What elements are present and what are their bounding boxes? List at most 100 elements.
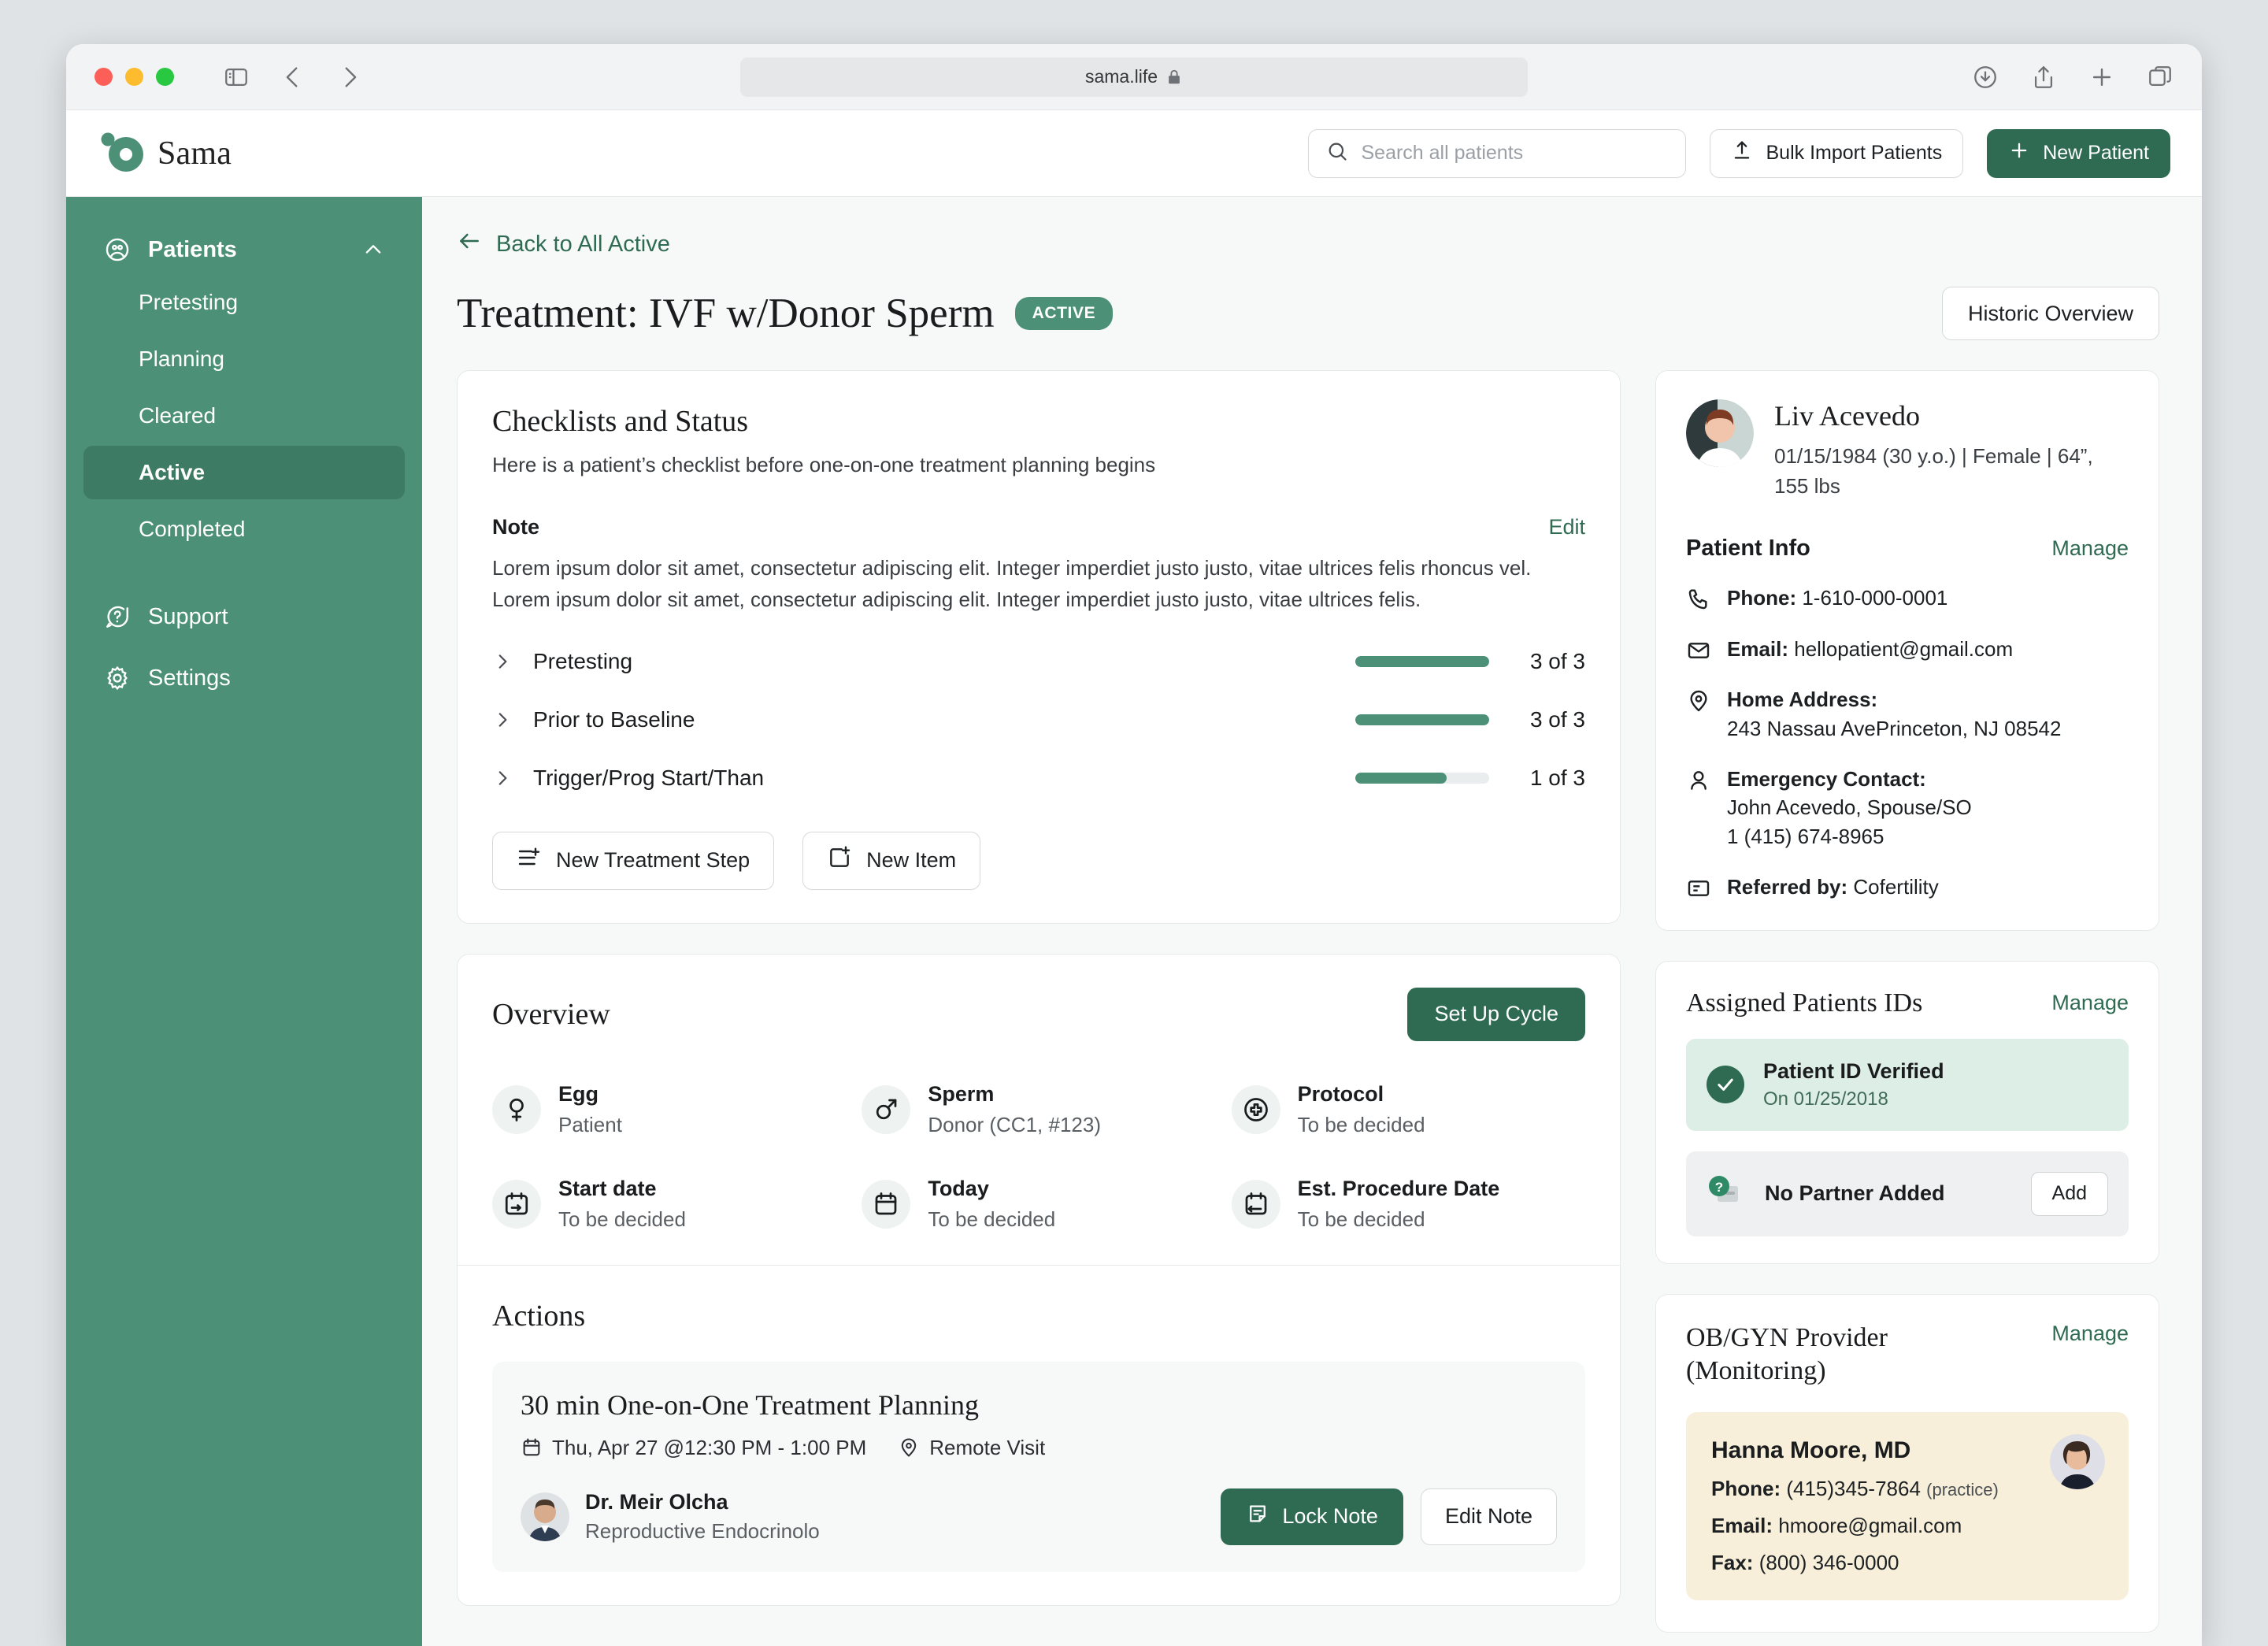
forward-icon[interactable] <box>336 64 363 91</box>
chevron-right-icon[interactable] <box>492 768 513 788</box>
checklist-row-pretesting[interactable]: Pretesting 3 of 3 <box>492 649 1585 674</box>
note-icon <box>1246 1502 1269 1531</box>
lock-icon <box>1166 69 1183 86</box>
emergency-phone: 1 (415) 674-8965 <box>1727 824 1884 848</box>
checklists-subheading: Here is a patient’s checklist before one… <box>492 453 1156 476</box>
status-badge: ACTIVE <box>1014 297 1114 330</box>
chevron-right-icon[interactable] <box>492 710 513 730</box>
obgyn-phone-row: Phone: (415)345-7864 (practice) <box>1711 1477 2103 1501</box>
check-icon <box>1707 1066 1744 1103</box>
note-label: Note <box>492 515 539 539</box>
back-to-all-active-link[interactable]: Back to All Active <box>457 228 2159 260</box>
main-content: Back to All Active Treatment: IVF w/Dono… <box>422 197 2202 1646</box>
sidebar-group-patients[interactable]: Patients <box>83 224 405 276</box>
referred-label: Referred by: <box>1727 875 1848 899</box>
sidebar-item-settings[interactable]: Settings <box>83 651 405 706</box>
sidebar-group-label: Patients <box>148 236 237 262</box>
sidebar-item-support[interactable]: Support <box>83 589 405 644</box>
patient-address-row: Home Address: 243 Nassau AvePrinceton, N… <box>1686 685 2129 743</box>
checklist-row-trigger-prog-start[interactable]: Trigger/Prog Start/Than 1 of 3 <box>492 766 1585 791</box>
lock-note-label: Lock Note <box>1282 1504 1378 1529</box>
checklist-label: Trigger/Prog Start/Than <box>533 765 765 790</box>
overview-value: To be decided <box>928 1207 1056 1231</box>
overview-label: Start date <box>558 1176 657 1200</box>
overview-item-protocol: Protocol To be decided <box>1231 1082 1585 1137</box>
checklist-count: 3 of 3 <box>1529 648 1585 673</box>
historic-overview-button[interactable]: Historic Overview <box>1941 287 2159 340</box>
phone-value: 1-610-000-0001 <box>1802 586 1948 610</box>
download-icon[interactable] <box>1972 64 1999 91</box>
bulk-import-patients-button[interactable]: Bulk Import Patients <box>1710 128 1964 178</box>
plus-icon <box>2008 139 2030 167</box>
maximize-window-button[interactable] <box>156 68 174 86</box>
patient-meta: 01/15/1984 (30 y.o.) | Female | 64”, 155… <box>1774 444 2093 498</box>
url-text: sama.life <box>1084 66 1158 87</box>
help-icon <box>104 603 131 630</box>
calendar-icon <box>862 1179 911 1229</box>
patient-referred-row: Referred by: Cofertility <box>1686 873 2129 901</box>
patient-emergency-row: Emergency Contact: John Acevedo, Spouse/… <box>1686 765 2129 851</box>
sama-logo-icon <box>101 132 143 175</box>
brand-logo[interactable]: Sama <box>101 132 232 175</box>
person-icon <box>1686 768 1711 793</box>
patient-info-title: Patient Info <box>1686 536 1810 562</box>
chevron-up-icon[interactable] <box>362 239 384 261</box>
obgyn-fax-row: Fax: (800) 346-0000 <box>1711 1551 2103 1575</box>
search-input[interactable] <box>1361 142 1669 165</box>
tab-overview-icon[interactable] <box>2147 64 2174 91</box>
edit-note-button[interactable]: Edit Note <box>1420 1488 1557 1545</box>
location-pin-icon <box>1686 688 1711 714</box>
url-bar[interactable]: sama.life <box>740 57 1528 97</box>
sidebar-item-pretesting[interactable]: Pretesting <box>83 276 405 329</box>
minimize-window-button[interactable] <box>125 68 143 86</box>
users-icon <box>104 236 131 263</box>
browser-window: sama.life Sama Search all patients Bulk … <box>66 44 2202 1646</box>
obgyn-provider-card: OB/GYN Provider (Monitoring) Manage Hann… <box>1655 1293 2159 1633</box>
obgyn-manage-link[interactable]: Manage <box>2051 1322 2129 1346</box>
sidebar-item-planning[interactable]: Planning <box>83 332 405 386</box>
female-icon <box>492 1084 541 1134</box>
checklist-progress-bar <box>1355 714 1489 725</box>
new-treatment-step-button[interactable]: New Treatment Step <box>492 831 775 890</box>
window-controls[interactable] <box>94 68 174 86</box>
new-item-button[interactable]: New Item <box>802 831 981 890</box>
patient-name: Liv Acevedo <box>1774 400 1920 432</box>
sidebar-item-active[interactable]: Active <box>83 446 405 499</box>
referred-value: Cofertility <box>1853 875 1939 899</box>
patient-info-card: Liv Acevedo 01/15/1984 (30 y.o.) | Femal… <box>1655 370 2159 931</box>
calendar-icon <box>521 1437 543 1459</box>
close-window-button[interactable] <box>94 68 113 86</box>
search-box[interactable] <box>1308 128 1687 178</box>
sidebar-settings-label: Settings <box>148 665 231 691</box>
assigned-ids-card: Assigned Patients IDs Manage Patient ID … <box>1655 960 2159 1264</box>
bulk-import-label: Bulk Import Patients <box>1766 142 1943 164</box>
svg-text:?: ? <box>1715 1180 1723 1195</box>
protocol-icon <box>1231 1084 1280 1134</box>
appointment-card[interactable]: 30 min One-on-One Treatment Planning Thu… <box>492 1361 1585 1572</box>
calendar-repeat-icon <box>1231 1179 1280 1229</box>
checklists-card: Checklists and Status Here is a patient’… <box>457 370 1621 924</box>
browser-chrome: sama.life <box>66 44 2202 110</box>
chevron-right-icon[interactable] <box>492 651 513 672</box>
set-up-cycle-button[interactable]: Set Up Cycle <box>1407 987 1585 1041</box>
obgyn-avatar <box>2050 1433 2105 1489</box>
sidebar-item-cleared[interactable]: Cleared <box>83 389 405 443</box>
sidebar-toggle-icon[interactable] <box>223 64 250 91</box>
add-partner-button[interactable]: Add <box>2030 1171 2108 1216</box>
overview-item-start-date: Start date To be decided <box>492 1177 846 1232</box>
phone-label: Phone: <box>1727 586 1797 610</box>
patient-info-manage-link[interactable]: Manage <box>2051 536 2129 561</box>
sidebar-item-completed[interactable]: Completed <box>83 502 405 556</box>
lock-note-button[interactable]: Lock Note <box>1221 1488 1403 1545</box>
new-tab-icon[interactable] <box>2088 64 2115 91</box>
overview-item-today: Today To be decided <box>862 1177 1215 1232</box>
provider-name: Dr. Meir Olcha <box>585 1489 728 1514</box>
unknown-id-icon: ? <box>1707 1173 1746 1214</box>
obgyn-email-value: hmoore@gmail.com <box>1778 1513 1962 1537</box>
back-icon[interactable] <box>280 64 306 91</box>
new-patient-button[interactable]: New Patient <box>1987 128 2170 178</box>
note-edit-link[interactable]: Edit <box>1548 515 1585 539</box>
share-icon[interactable] <box>2030 64 2057 91</box>
assigned-ids-manage-link[interactable]: Manage <box>2051 991 2129 1015</box>
checklist-row-prior-to-baseline[interactable]: Prior to Baseline 3 of 3 <box>492 707 1585 732</box>
